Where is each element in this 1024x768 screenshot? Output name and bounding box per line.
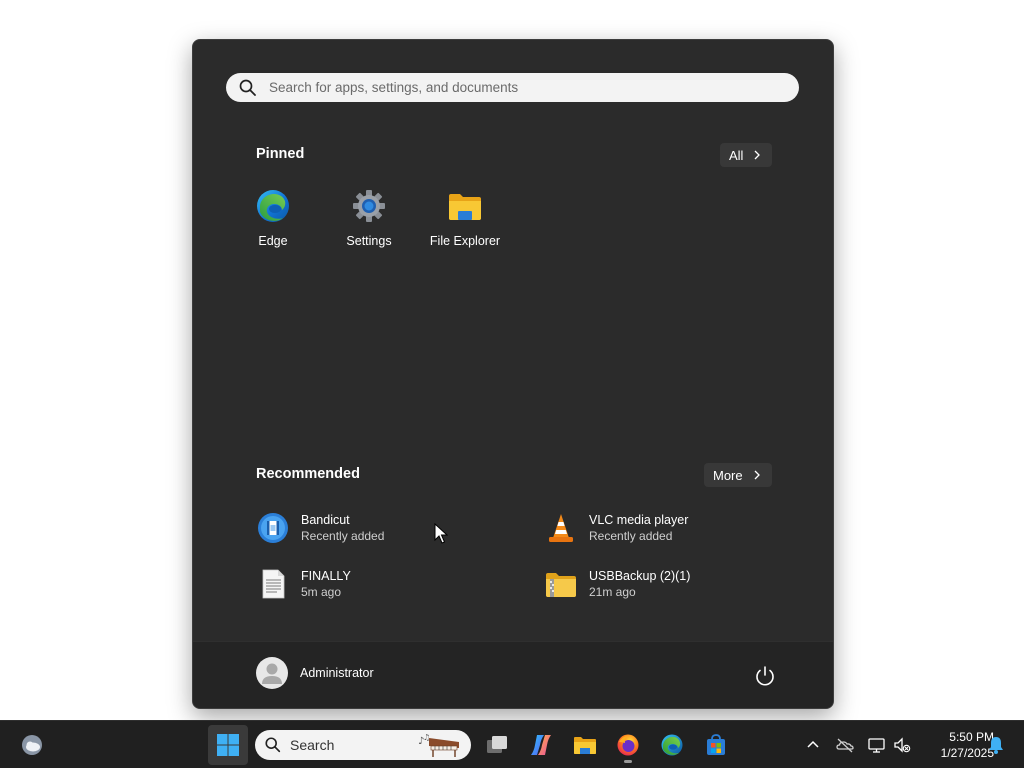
running-indicator	[624, 760, 632, 763]
pinned-app-label: Settings	[346, 234, 392, 248]
more-button[interactable]: More	[704, 463, 772, 487]
recommended-item-finally[interactable]: FINALLY 5m ago	[257, 565, 497, 605]
network-icon[interactable]	[867, 735, 887, 755]
show-hidden-icons-chevron-icon[interactable]	[803, 735, 823, 755]
edge-icon	[661, 734, 683, 756]
recommended-item-subtitle: Recently added	[301, 529, 385, 543]
recommended-item-title: USBBackup (2)(1)	[589, 569, 691, 583]
start-menu: Pinned All Edge	[192, 39, 834, 709]
task-view-icon	[487, 736, 507, 753]
recommended-item-title: Bandicut	[301, 513, 350, 527]
volume-muted-icon[interactable]	[892, 735, 912, 755]
folder-icon	[574, 737, 596, 754]
start-search-box[interactable]	[226, 73, 799, 102]
start-menu-footer: Administrator	[193, 641, 833, 708]
recommended-item-title: FINALLY	[301, 569, 351, 583]
pinned-heading: Pinned	[256, 146, 305, 162]
folder-icon	[449, 194, 481, 220]
vlc-cone-icon	[549, 514, 573, 542]
svg-text:♫: ♫	[423, 733, 430, 742]
search-highlight-piano-icon: ♪ ♫	[418, 733, 459, 757]
power-icon[interactable]	[751, 662, 779, 690]
clock-date: 1/27/2025	[940, 746, 994, 760]
all-apps-label: All	[729, 147, 744, 163]
recommended-item-bandicut[interactable]: Bandicut Recently added	[257, 509, 497, 549]
recommended-item-subtitle: Recently added	[589, 529, 673, 543]
pinned-app-file-explorer[interactable]: File Explorer	[420, 188, 510, 252]
search-icon	[265, 737, 281, 753]
recommended-item-subtitle: 21m ago	[589, 585, 636, 599]
recommended-heading: Recommended	[256, 466, 360, 482]
file-explorer-taskbar-button[interactable]	[565, 725, 605, 765]
text-document-icon	[262, 569, 285, 599]
recommended-item-usbbackup[interactable]: USBBackup (2)(1) 21m ago	[545, 565, 785, 605]
pinned-app-settings[interactable]: Settings	[324, 188, 414, 252]
firefox-button[interactable]	[608, 725, 648, 765]
firefox-icon	[617, 734, 639, 756]
copilot-button[interactable]	[521, 725, 561, 765]
store-bag-icon	[707, 734, 725, 755]
user-account-button[interactable]: Administrator	[209, 656, 379, 690]
settings-gear-icon	[353, 190, 385, 222]
windows-logo-icon	[217, 734, 239, 756]
recommended-item-subtitle: 5m ago	[301, 585, 342, 599]
pinned-app-edge[interactable]: Edge	[228, 188, 318, 252]
recommended-item-title: VLC media player	[589, 513, 689, 527]
edge-taskbar-button[interactable]	[652, 725, 692, 765]
chevron-right-icon	[754, 150, 761, 160]
recommended-item-vlc[interactable]: VLC media player Recently added	[545, 509, 785, 549]
microsoft-store-button[interactable]	[696, 725, 736, 765]
start-button[interactable]	[208, 725, 248, 765]
bandicut-icon	[258, 513, 288, 543]
user-name: Administrator	[300, 666, 374, 680]
pinned-app-label: File Explorer	[429, 234, 501, 248]
user-avatar-icon	[256, 657, 288, 689]
all-apps-button[interactable]: All	[720, 143, 773, 167]
taskbar-search-box[interactable]: Search ♪ ♫	[255, 730, 471, 760]
more-label: More	[713, 467, 743, 483]
onedrive-offline-icon[interactable]	[835, 735, 855, 755]
copilot-icon	[531, 735, 551, 755]
notification-bell-icon[interactable]	[986, 735, 1006, 755]
taskbar: Search ♪ ♫ 5:50 PM 1/27/2025	[0, 720, 1024, 768]
widgets-button[interactable]	[12, 725, 52, 765]
start-search-input[interactable]	[267, 79, 799, 96]
edge-icon	[257, 190, 289, 222]
chevron-right-icon	[754, 470, 760, 480]
zip-folder-icon	[546, 573, 576, 597]
taskbar-clock[interactable]: 5:50 PM 1/27/2025	[914, 729, 994, 761]
weather-cloud-icon	[22, 735, 42, 755]
search-icon	[239, 79, 256, 96]
task-view-button[interactable]	[477, 725, 517, 765]
taskbar-search-label: Search	[290, 737, 335, 753]
clock-time: 5:50 PM	[949, 730, 994, 744]
mouse-pointer-icon	[434, 523, 448, 544]
pinned-app-label: Edge	[258, 234, 288, 248]
